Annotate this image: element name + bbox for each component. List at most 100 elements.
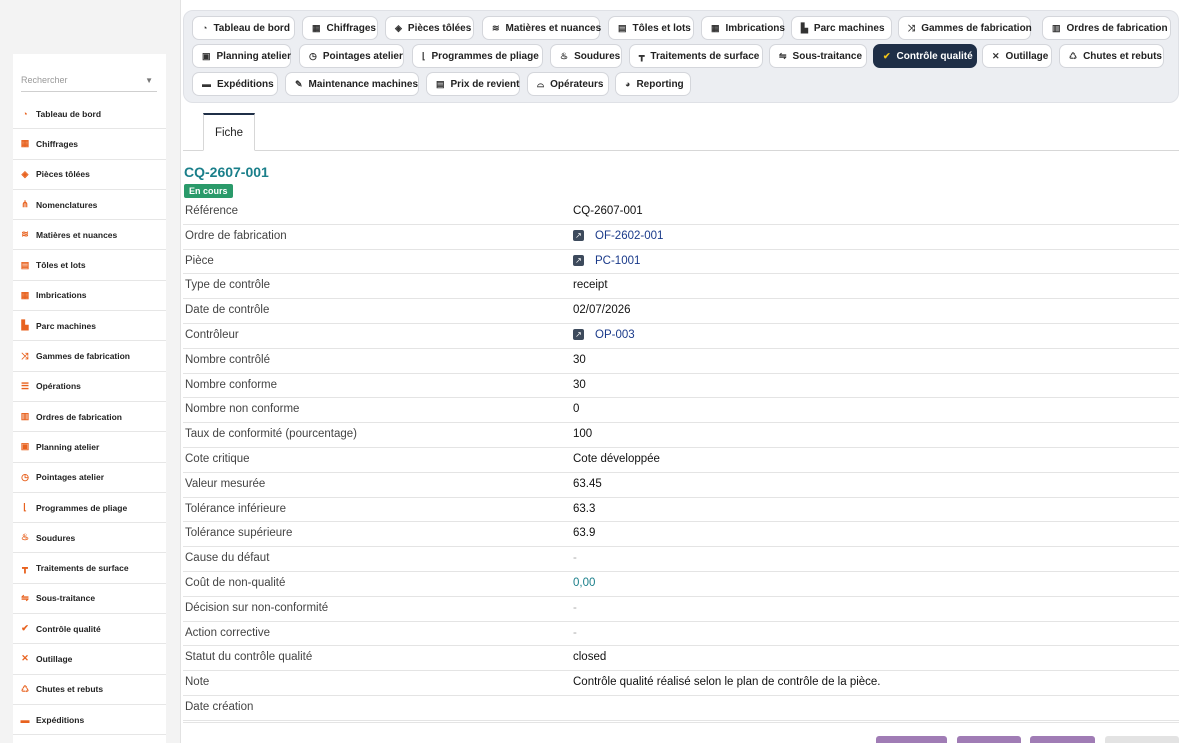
field-link[interactable]: ↗ OF-2602-001	[573, 230, 663, 242]
nav-button[interactable]: ▦ Imbrications	[701, 16, 785, 40]
external-link-icon[interactable]: ↗	[573, 230, 584, 242]
paint-roller-icon: ┳	[639, 50, 645, 61]
sidebar-item[interactable]: ▣ Planning atelier	[13, 432, 166, 463]
nav-button[interactable]: ▬ Expéditions	[192, 72, 278, 96]
nav-button[interactable]: ▙ Parc machines	[791, 16, 892, 40]
calendar-icon: ▣	[20, 441, 30, 452]
nav-button[interactable]: ◕ Reporting	[615, 72, 691, 96]
calculator-icon: ▦	[312, 22, 321, 33]
sidebar-item[interactable]: ┳ Traitements de surface	[13, 553, 166, 584]
sidebar-item[interactable]: ♨ Soudures	[13, 523, 166, 554]
sidebar-item[interactable]: ⤨ Gammes de fabrication	[13, 341, 166, 372]
nav-button-label: Programmes de pliage	[431, 50, 539, 62]
action-button-4[interactable]	[1105, 736, 1179, 743]
sidebar-item[interactable]: ▙ Parc machines	[13, 311, 166, 342]
sidebar-item-label: Parc machines	[36, 320, 97, 331]
sidebar-item-label: Expéditions	[36, 714, 85, 725]
sidebar-item-label: Opérations	[36, 381, 81, 392]
sidebar-item[interactable]: ⌊ Programmes de pliage	[13, 493, 166, 524]
nav-button[interactable]: ▤ Prix de revient	[426, 72, 520, 96]
field-row: Cause du défaut -	[183, 547, 1179, 572]
nav-button[interactable]: ┳ Traitements de surface	[629, 44, 763, 68]
field-value-text: 63.3	[573, 502, 596, 515]
nav-button[interactable]: ▦ Chiffrages	[302, 16, 378, 40]
wrench-icon: ✎	[295, 78, 303, 89]
nav-button[interactable]: ◷ Pointages atelier	[299, 44, 404, 68]
nav-button[interactable]: ♺ Chutes et rebuts	[1059, 44, 1164, 68]
sidebar-item[interactable]: ▦ Imbrications	[13, 281, 166, 312]
nav-button[interactable]: ▤ Tôles et lots	[608, 16, 694, 40]
field-value-text: 100	[573, 428, 593, 441]
external-link-icon[interactable]: ↗	[573, 255, 584, 267]
field-value-text: CQ-2607-001	[573, 205, 643, 217]
field-label: Nombre contrôlé	[185, 353, 271, 366]
helmet-icon: ⌓	[537, 78, 545, 89]
sidebar-item[interactable]: ♺ Chutes et rebuts	[13, 675, 166, 705]
sidebar-menu: ◔ Tableau de bord ▦ Chiffrages ◈ Pièces tôlée…	[13, 99, 166, 736]
tab-fiche[interactable]: Fiche	[203, 113, 255, 151]
sidebar-item[interactable]: ▬ Expéditions	[13, 705, 166, 736]
nav-button[interactable]: ◈ Pièces tôlées	[385, 16, 474, 40]
field-link[interactable]: ↗ OP-003	[573, 329, 635, 341]
field-label: Décision sur non-conformité	[185, 601, 329, 614]
sidebar: Rechercher ▼ ◔ Tableau de bord ▦ Chiffrages…	[0, 0, 181, 743]
field-value-text[interactable]: PC-1001	[595, 255, 640, 267]
nav-button[interactable]: ⤨ Gammes de fabrication	[898, 16, 1032, 40]
nav-button[interactable]: ⇋ Sous-traitance	[769, 44, 867, 68]
nav-button-label: Opérateurs	[550, 78, 604, 90]
field-value-text: -	[573, 601, 577, 614]
flame-icon: ♨	[560, 50, 569, 61]
nav-button[interactable]: ♨ Soudures	[550, 44, 622, 68]
sheets-icon: ▤	[20, 259, 30, 270]
field-value: 0	[573, 403, 579, 415]
sidebar-item-label: Ordres de fabrication	[36, 411, 122, 422]
field-value: Contrôle qualité réalisé selon le plan d…	[573, 676, 881, 688]
nav-button[interactable]: ✔ Contrôle qualité	[873, 44, 977, 68]
nav-button[interactable]: ✕ Outillage	[982, 44, 1052, 68]
search-select[interactable]: Rechercher ▼	[21, 70, 157, 92]
sidebar-item[interactable]: ⇋ Sous-traitance	[13, 584, 166, 615]
sidebar-item[interactable]: ◷ Pointages atelier	[13, 463, 166, 493]
nav-button[interactable]: ◔ Tableau de bord	[192, 16, 295, 40]
action-button-2[interactable]	[957, 736, 1021, 743]
sidebar-item[interactable]: ◈ Pièces tôlées	[13, 160, 166, 190]
field-value-text: 63.45	[573, 477, 602, 490]
field-value-text[interactable]: OP-003	[595, 329, 635, 341]
sidebar-item[interactable]: ✕ Outillage	[13, 644, 166, 675]
nav-button[interactable]: ⌊ Programmes de pliage	[412, 44, 543, 68]
nav-button-label: Maintenance machines	[308, 78, 419, 90]
list-icon: ☰	[20, 380, 30, 391]
nav-button[interactable]: ▥ Ordres de fabrication	[1042, 16, 1171, 40]
nav-button[interactable]: ⌓ Opérateurs	[527, 72, 609, 96]
field-label: Type de contrôle	[185, 279, 271, 292]
sidebar-item[interactable]: ≋ Matières et nuances	[13, 220, 166, 251]
sidebar-panel: Rechercher ▼ ◔ Tableau de bord ▦ Chiffrages…	[13, 54, 166, 743]
nav-button-label: Outillage	[1005, 50, 1049, 62]
tree-icon: ⋔	[21, 199, 29, 210]
factory-icon: ▙	[801, 22, 808, 33]
action-button-1[interactable]	[876, 736, 947, 743]
field-value-text[interactable]: OF-2602-001	[595, 230, 663, 242]
sidebar-item[interactable]: ▤ Tôles et lots	[13, 250, 166, 281]
field-row: Coût de non-qualité 0,00	[183, 572, 1179, 597]
field-link[interactable]: ↗ PC-1001	[573, 255, 640, 267]
sidebar-item-label: Imbrications	[36, 290, 87, 301]
clock-icon: ◷	[21, 471, 29, 482]
sidebar-item-label: Outillage	[36, 653, 73, 664]
nav-button-label: Soudures	[574, 50, 621, 62]
external-link-icon[interactable]: ↗	[573, 329, 584, 341]
sidebar-item[interactable]: ◔ Tableau de bord	[13, 99, 166, 130]
sidebar-item[interactable]: ▦ Chiffrages	[13, 129, 166, 160]
dashboard-icon: ◔	[202, 23, 208, 33]
action-button-3[interactable]	[1030, 736, 1095, 743]
sidebar-item[interactable]: ▥ Ordres de fabrication	[13, 402, 166, 433]
sidebar-item[interactable]: ⋔ Nomenclatures	[13, 190, 166, 221]
sidebar-item[interactable]: ✔ Contrôle qualité	[13, 614, 166, 645]
chevron-down-icon[interactable]: ▼	[145, 76, 153, 85]
sidebar-item[interactable]: ☰ Opérations	[13, 372, 166, 402]
nav-button[interactable]: ✎ Maintenance machines	[285, 72, 419, 96]
nav-button[interactable]: ▣ Planning atelier	[192, 44, 291, 68]
field-value: 63.9	[573, 527, 595, 539]
nav-button[interactable]: ≋ Matières et nuances	[482, 16, 601, 40]
field-value-text: -	[573, 552, 577, 565]
